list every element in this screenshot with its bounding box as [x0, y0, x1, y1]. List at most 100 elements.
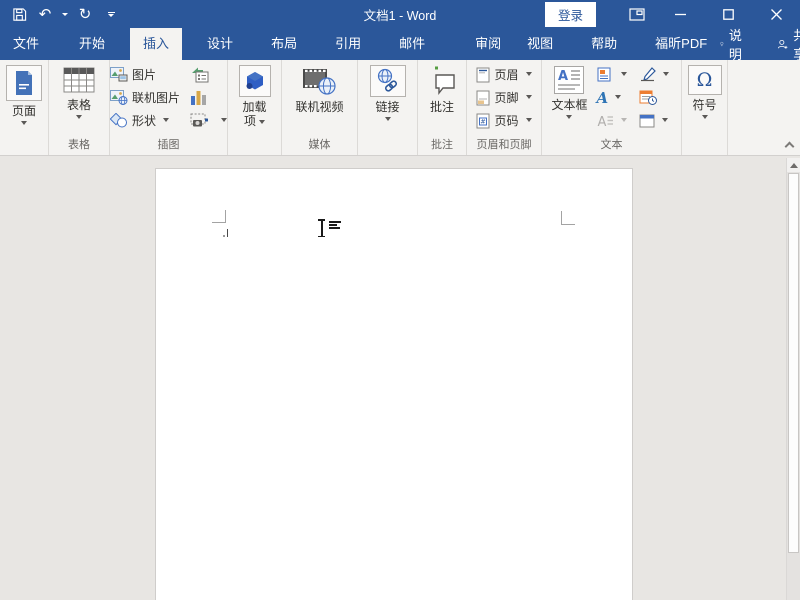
group-label-table: 表格 [49, 138, 109, 155]
chevron-down-icon [385, 117, 391, 121]
date-time-button[interactable] [636, 86, 672, 109]
tab-layout[interactable]: 布局 [258, 28, 310, 60]
scrollbar-thumb[interactable] [788, 173, 799, 553]
margin-mark-top-left-horizontal [212, 222, 226, 223]
tab-file[interactable]: 文件 [0, 28, 52, 60]
quick-parts-button[interactable] [594, 63, 630, 86]
page-number-button[interactable]: # 页码 [473, 109, 534, 132]
wordart-button[interactable]: A [594, 86, 630, 109]
text-box-icon: A [553, 65, 585, 95]
chevron-down-icon [566, 115, 572, 119]
comment-button[interactable]: 批注 [426, 63, 458, 114]
maximize-icon [723, 9, 734, 20]
group-media: 联机视频 媒体 [282, 60, 358, 155]
group-label-pages [0, 138, 48, 155]
scroll-up-button[interactable] [787, 158, 800, 172]
screenshot-icon [190, 113, 214, 128]
share-button[interactable]: 共享 [777, 25, 800, 63]
header-icon [476, 67, 490, 83]
sign-in-button[interactable]: 登录 [545, 2, 596, 27]
online-pictures-button[interactable]: 联机图片 [107, 86, 183, 109]
chevron-down-icon [663, 72, 669, 76]
tab-home[interactable]: 开始 [66, 28, 118, 60]
pictures-icon [110, 67, 128, 82]
smartart-button[interactable] [187, 63, 230, 86]
maximize-button[interactable] [704, 0, 752, 28]
tab-insert[interactable]: 插入 [130, 28, 182, 60]
pages-button[interactable]: 页面 [6, 63, 42, 125]
pages-label: 页面 [12, 104, 36, 118]
minimize-icon [675, 9, 686, 20]
shapes-label: 形状 [132, 112, 156, 129]
table-icon [62, 65, 96, 95]
shapes-icon [110, 113, 128, 128]
window-title: 文档1 - Word [364, 5, 437, 24]
chevron-down-icon [662, 118, 668, 122]
undo-dropdown-button[interactable] [60, 3, 70, 25]
undo-icon: ↶ [39, 7, 52, 22]
close-icon [771, 9, 782, 20]
tab-help[interactable]: 帮助 [578, 28, 630, 60]
drop-cap-button[interactable]: A [594, 109, 630, 132]
pages-icon [6, 65, 42, 101]
save-button[interactable] [8, 3, 30, 25]
chevron-down-icon [615, 95, 621, 99]
tab-foxit-pdf[interactable]: 福昕PDF [642, 28, 720, 60]
shapes-button[interactable]: 形状 [107, 109, 183, 132]
undo-button[interactable]: ↶ [34, 3, 56, 25]
tab-view[interactable]: 视图 [514, 28, 566, 60]
collapse-ribbon-button[interactable] [786, 143, 793, 150]
svg-text:#: # [481, 117, 486, 125]
chevron-down-icon [259, 120, 265, 124]
ribbon-display-options-button[interactable] [618, 0, 656, 28]
chevron-down-icon [526, 72, 532, 76]
redo-button[interactable]: ↻ [74, 3, 96, 25]
chevron-down-icon [621, 118, 627, 122]
chart-icon [190, 90, 207, 106]
tab-references[interactable]: 引用 [322, 28, 374, 60]
online-video-icon [301, 65, 337, 97]
minimize-button[interactable] [656, 0, 704, 28]
customize-qat-button[interactable] [100, 3, 122, 25]
svg-text:A: A [597, 115, 606, 128]
table-button[interactable]: 表格 [62, 63, 96, 119]
group-label-text: 文本 [542, 138, 681, 155]
scroll-up-icon [790, 163, 798, 168]
share-person-icon [777, 37, 788, 52]
group-label-symbols [682, 138, 727, 155]
group-symbols: Ω 符号 [682, 60, 728, 155]
date-time-icon [639, 90, 657, 105]
smartart-icon [190, 66, 210, 83]
chevron-down-icon [62, 13, 68, 16]
page-number-label: 页码 [494, 112, 518, 129]
text-box-button[interactable]: A 文本框 [551, 63, 587, 119]
group-header-footer: 页眉 页脚 [467, 60, 542, 155]
object-button[interactable] [636, 109, 672, 132]
pictures-button[interactable]: 图片 [107, 63, 183, 86]
links-button[interactable]: 链接 [370, 63, 406, 121]
chevron-down-icon [221, 118, 227, 122]
title-bar: ↶ ↻ 文档1 - Word 登录 [0, 0, 800, 28]
header-label: 页眉 [494, 66, 518, 83]
close-button[interactable] [752, 0, 800, 28]
symbol-button[interactable]: Ω 符号 [688, 63, 722, 119]
chevron-down-icon [526, 118, 532, 122]
tab-design[interactable]: 设计 [194, 28, 246, 60]
word-window: ↶ ↻ 文档1 - Word 登录 [0, 0, 800, 600]
chevron-up-icon [785, 142, 795, 152]
svg-text:A: A [558, 69, 568, 84]
addins-button[interactable]: 加载 项 [239, 63, 271, 128]
screenshot-button[interactable] [187, 109, 230, 132]
chevron-down-icon [702, 115, 708, 119]
tab-mailings[interactable]: 邮件 [386, 28, 438, 60]
signature-line-button[interactable] [636, 63, 672, 86]
tab-review[interactable]: 审阅 [462, 28, 514, 60]
chart-button[interactable] [187, 86, 230, 109]
footer-button[interactable]: 页脚 [473, 86, 534, 109]
header-button[interactable]: 页眉 [473, 63, 534, 86]
group-label-comments: 批注 [418, 138, 466, 155]
ribbon-tab-row: 文件 开始 插入 设计 布局 引用 邮件 审阅 视图 帮助 福昕PDF 操作说明… [0, 28, 800, 60]
vertical-scrollbar[interactable] [786, 158, 800, 600]
online-video-button[interactable]: 联机视频 [295, 63, 343, 114]
redo-icon: ↻ [79, 7, 92, 22]
